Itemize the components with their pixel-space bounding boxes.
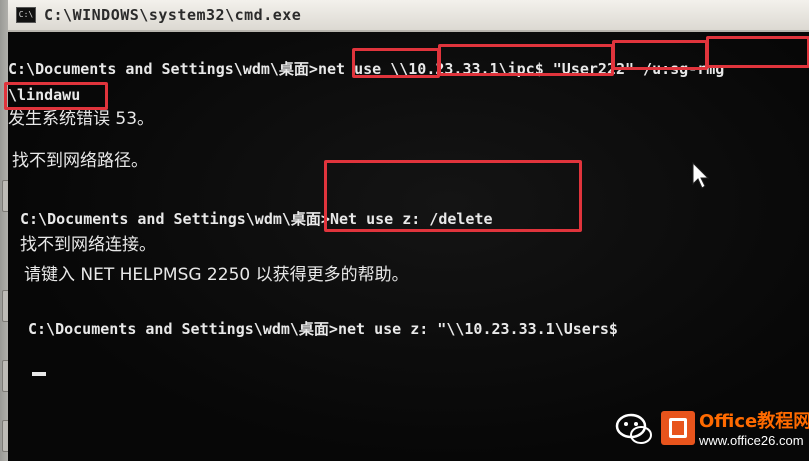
console-line-path-not-found: 找不到网络路径。 [12,151,148,171]
highlight-username [706,36,809,68]
highlight-delete-command [324,160,582,232]
watermark-url: www.office26.com [699,433,804,448]
console-line-command-3: C:\Documents and Settings\wdm\桌面>net use… [28,320,618,338]
console-output[interactable]: C:\Documents and Settings\wdm\桌面>net use… [4,32,809,461]
cmd-window-icon[interactable]: C:\ [16,7,36,23]
highlight-net-use [352,48,440,78]
console-line-helpmsg: 请键入 NET HELPMSG 2250 以获得更多的帮助。 [24,265,409,285]
cmd-window[interactable]: C:\ C:\WINDOWS\system32\cmd.exe C:\Docum… [4,0,809,461]
text-cursor [32,372,46,376]
watermark: Office教程网 www.office26.com [615,405,809,455]
office-logo-icon [661,411,695,445]
wechat-icon [615,413,652,444]
mouse-pointer-icon [692,162,710,189]
title-bar[interactable]: C:\ C:\WINDOWS\system32\cmd.exe [8,0,809,32]
highlight-username-continued [4,82,108,110]
console-line-connection-not-found: 找不到网络连接。 [20,235,156,255]
window-title: C:\WINDOWS\system32\cmd.exe [44,6,302,24]
highlight-password [612,40,708,70]
highlight-ipc-path [438,44,614,76]
watermark-title: Office教程网 [699,411,809,432]
